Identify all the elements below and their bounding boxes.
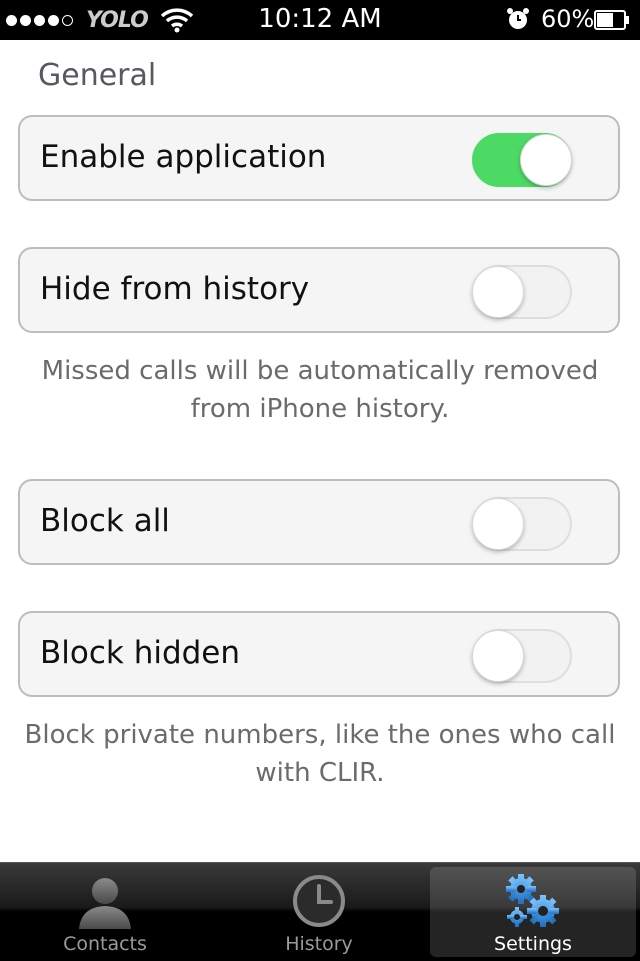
setting-label: Block all <box>40 503 170 539</box>
alarm-icon <box>507 8 529 29</box>
setting-row-block-hidden: Block hidden <box>18 611 620 697</box>
tab-label: Settings <box>494 933 572 955</box>
tab-bar: Contacts History Settings <box>0 862 640 961</box>
toggle-knob <box>472 498 524 550</box>
setting-label: Block hidden <box>40 635 241 671</box>
tab-settings[interactable]: Settings <box>430 867 636 957</box>
setting-row-enable-application: Enable application <box>18 115 620 201</box>
setting-row-hide-from-history: Hide from history <box>18 247 620 333</box>
battery-percent: 60% <box>541 5 595 33</box>
gears-icon <box>506 874 559 927</box>
enable-application-toggle[interactable] <box>472 133 572 187</box>
toggle-knob <box>472 630 524 682</box>
tab-label: Contacts <box>63 933 147 955</box>
clock-icon <box>293 875 345 927</box>
status-bar: YOLO 10:12 AM 60% <box>0 0 640 40</box>
block-hidden-toggle[interactable] <box>472 629 572 683</box>
setting-label: Hide from history <box>40 271 310 307</box>
setting-label: Enable application <box>40 139 327 175</box>
toggle-knob <box>520 134 572 186</box>
tab-contacts[interactable]: Contacts <box>2 867 208 957</box>
block-hidden-note: Block private numbers, like the ones who… <box>24 720 616 788</box>
tab-label: History <box>285 933 353 955</box>
setting-row-block-all: Block all <box>18 479 620 565</box>
hide-from-history-toggle[interactable] <box>472 265 572 319</box>
battery-icon <box>594 10 629 30</box>
block-all-toggle[interactable] <box>472 497 572 551</box>
section-title-general: General <box>38 58 157 93</box>
hide-from-history-note: Missed calls will be automatically remov… <box>41 356 599 424</box>
tab-history[interactable]: History <box>216 867 422 957</box>
person-icon <box>79 878 131 929</box>
toggle-knob <box>472 266 524 318</box>
